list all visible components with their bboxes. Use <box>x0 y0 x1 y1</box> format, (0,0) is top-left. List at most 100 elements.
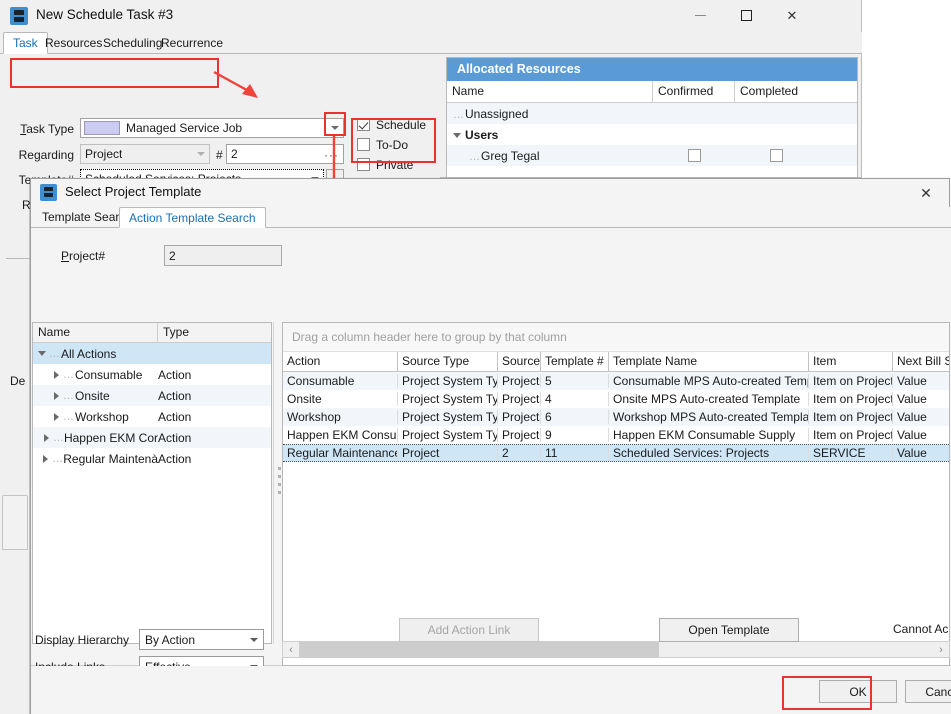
minimize-button[interactable] <box>677 0 723 31</box>
tree-item-label-cell: …Consumable <box>33 368 158 382</box>
completed-checkbox[interactable] <box>770 149 783 162</box>
chevron-down-icon[interactable] <box>330 123 340 133</box>
column-header-confirmed[interactable]: Confirmed <box>653 81 735 102</box>
cannot-add-message: Cannot Ac <box>893 622 949 636</box>
tree-item-type-cell: Action <box>158 389 271 403</box>
confirmed-cell[interactable] <box>653 149 735 162</box>
table-row[interactable]: Onsite Project System Type Project 4 Ons… <box>283 390 949 408</box>
column-header-completed[interactable]: Completed <box>735 81 817 102</box>
triangle-expand-icon[interactable] <box>54 371 59 379</box>
cancel-button[interactable]: Cancel <box>905 680 951 703</box>
triangle-expand-icon[interactable] <box>54 413 59 421</box>
column-header-template-num[interactable]: Template # <box>541 352 609 371</box>
completed-cell[interactable] <box>735 149 817 162</box>
background-window-panel[interactable] <box>2 495 28 550</box>
table-row[interactable]: Users <box>447 124 857 145</box>
allocated-resources-header: Name Confirmed Completed <box>447 81 857 103</box>
cell-item: SERVICE <box>809 446 893 460</box>
cell-next-bill: Value <box>893 428 949 442</box>
tree-item-workshop[interactable]: …Workshop Action <box>33 406 271 427</box>
main-titlebar[interactable]: New Schedule Task #3 ✕ <box>0 0 861 32</box>
triangle-collapse-icon[interactable] <box>38 351 46 356</box>
column-header-template-name[interactable]: Template Name <box>609 352 809 371</box>
scrollbar-track[interactable] <box>659 642 933 657</box>
tree-item-label-cell: …Happen EKM Cor <box>33 431 158 445</box>
group-by-dropzone[interactable]: Drag a column header here to group by th… <box>283 323 949 352</box>
task-type-combo[interactable]: Managed Service Job <box>80 118 344 138</box>
chevron-down-icon[interactable] <box>249 635 259 645</box>
project-number-field[interactable]: 2 <box>164 245 282 266</box>
table-row[interactable]: Consumable Project System Type Project 5… <box>283 372 949 390</box>
task-type-value: Managed Service Job <box>120 121 242 135</box>
close-icon[interactable]: ✕ <box>913 182 939 204</box>
tab-recurrence[interactable]: Recurrence <box>151 32 233 54</box>
cell-next-bill: Value <box>893 392 949 406</box>
chevron-down-icon[interactable] <box>196 149 206 159</box>
tree-item-type-cell: Action <box>158 452 271 466</box>
triangle-expand-icon[interactable] <box>43 455 48 463</box>
schedule-checkbox[interactable] <box>357 118 370 131</box>
tree-item-onsite[interactable]: …Onsite Action <box>33 385 271 406</box>
table-row[interactable]: Happen EKM Consumable Project System Typ… <box>283 426 949 444</box>
column-header-source-type[interactable]: Source Type <box>398 352 498 371</box>
scroll-left-icon[interactable]: ‹ <box>283 642 299 657</box>
cell-source-type: Project System Type <box>398 392 498 406</box>
todo-checkbox[interactable] <box>357 138 370 151</box>
dialog-body: Project# 2 Name Type …All Actions …Consu… <box>31 228 951 666</box>
ok-button[interactable]: OK <box>819 680 897 703</box>
cell-template-num: 6 <box>541 410 609 424</box>
triangle-expand-icon[interactable] <box>44 434 49 442</box>
table-row[interactable]: …Greg Tegal <box>447 145 857 166</box>
confirmed-checkbox[interactable] <box>688 149 701 162</box>
screen: De New Schedule Task #3 ✕ Task Resources… <box>0 0 951 714</box>
column-header-action[interactable]: Action <box>283 352 398 371</box>
column-header-name[interactable]: Name <box>447 81 653 102</box>
private-checkbox[interactable] <box>357 158 370 171</box>
column-header-next-bill[interactable]: Next Bill Sc <box>893 352 949 371</box>
table-row[interactable]: …Unassigned <box>447 103 857 124</box>
table-row-selected[interactable]: Regular Maintenance Project 2 11 Schedul… <box>283 444 949 462</box>
cell-template-name: Onsite MPS Auto-created Template <box>609 392 809 406</box>
tree-line-icon: … <box>52 453 63 465</box>
scrollbar-thumb[interactable] <box>299 642 659 657</box>
resource-name-cell: …Greg Tegal <box>447 149 653 163</box>
tree-item-happen-ekm[interactable]: …Happen EKM Cor Action <box>33 427 271 448</box>
tree-item-type-cell: Action <box>158 431 271 445</box>
display-hierarchy-combo[interactable]: By Action <box>139 629 264 650</box>
column-header-source[interactable]: Source <box>498 352 541 371</box>
tree-line-icon: … <box>49 348 61 360</box>
cell-next-bill: Value <box>893 374 949 388</box>
dialog-title: Select Project Template <box>65 184 201 199</box>
cell-item: Item on Project <box>809 392 893 406</box>
add-action-link-button[interactable]: Add Action Link <box>399 618 539 642</box>
tree-line-icon: … <box>63 411 75 423</box>
tab-action-template-search[interactable]: Action Template Search <box>119 207 266 228</box>
cell-action: Consumable <box>283 374 398 388</box>
tree-item-all-actions[interactable]: …All Actions <box>33 343 271 364</box>
main-tabstrip: Task Resources Scheduling Recurrence <box>0 32 862 54</box>
column-header-type[interactable]: Type <box>158 323 271 342</box>
hash-label: # <box>216 148 223 162</box>
column-header-item[interactable]: Item <box>809 352 893 371</box>
triangle-expand-icon[interactable] <box>453 133 461 138</box>
tree-line-icon: … <box>63 369 75 381</box>
maximize-button[interactable] <box>723 0 769 31</box>
tree-item-consumable[interactable]: …Consumable Action <box>33 364 271 385</box>
column-header-name[interactable]: Name <box>33 323 158 342</box>
cell-template-name: Happen EKM Consumable Supply <box>609 428 809 442</box>
tree-item-label-cell: …Regular Maintenà <box>33 452 158 466</box>
dialog-titlebar[interactable]: Select Project Template ✕ <box>31 179 949 207</box>
table-row[interactable]: Workshop Project System Type Project 6 W… <box>283 408 949 426</box>
regarding-combo[interactable]: Project <box>80 144 210 164</box>
scroll-right-icon[interactable]: › <box>933 642 949 657</box>
tree-item-label-cell: …All Actions <box>33 347 158 361</box>
tree-line-icon: … <box>453 109 465 121</box>
triangle-expand-icon[interactable] <box>54 392 59 400</box>
close-icon[interactable]: ✕ <box>769 0 815 31</box>
open-template-button[interactable]: Open Template <box>659 618 799 642</box>
cell-template-name: Scheduled Services: Projects <box>609 446 809 460</box>
todo-label: To-Do <box>376 138 408 152</box>
cell-source-type: Project <box>398 446 498 460</box>
grid-horizontal-scrollbar[interactable]: ‹ › <box>282 641 950 658</box>
tree-item-regular-maintenance[interactable]: …Regular Maintenà Action <box>33 448 271 469</box>
